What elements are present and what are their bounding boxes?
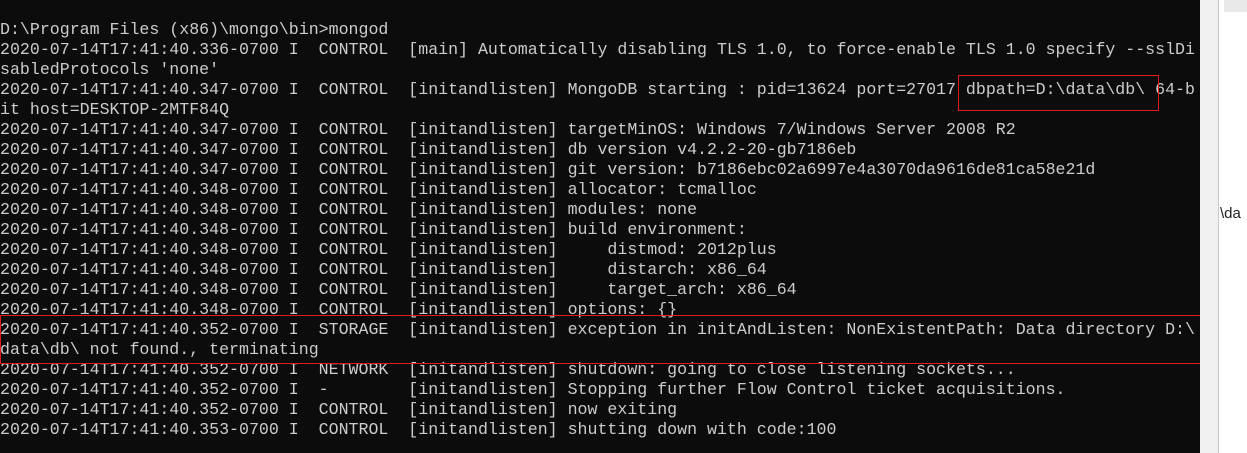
console-line: 2020-07-14T17:41:40.347-0700 I CONTROL [… [0, 120, 1016, 139]
console-line: 2020-07-14T17:41:40.352-0700 I NETWORK [… [0, 360, 1016, 379]
background-window-titlebar [1224, 0, 1247, 12]
console-line: sabledProtocols 'none' [0, 60, 220, 79]
console-line: 2020-07-14T17:41:40.353-0700 I CONTROL [… [0, 420, 837, 439]
console-line: data\db\ not found., terminating [0, 340, 319, 359]
console-line: 2020-07-14T17:41:40.348-0700 I CONTROL [… [0, 180, 757, 199]
console-output: D:\Program Files (x86)\mongo\bin>mongod … [0, 20, 1195, 440]
console-line: it host=DESKTOP-2MTF84Q [0, 100, 230, 119]
console-line: 2020-07-14T17:41:40.348-0700 I CONTROL [… [0, 280, 797, 299]
console-line: 2020-07-14T17:41:40.348-0700 I CONTROL [… [0, 220, 747, 239]
console-line: 2020-07-14T17:41:40.352-0700 I CONTROL [… [0, 400, 678, 419]
console-scrollbar[interactable] [1200, 0, 1218, 453]
console-line: 2020-07-14T17:41:40.348-0700 I CONTROL [… [0, 260, 767, 279]
console-line: 2020-07-14T17:41:40.336-0700 I CONTROL [… [0, 40, 1195, 59]
console-line: 2020-07-14T17:41:40.348-0700 I CONTROL [… [0, 200, 698, 219]
console-window[interactable]: D:\Program Files (x86)\mongo\bin>mongod … [0, 0, 1200, 453]
console-line: 2020-07-14T17:41:40.347-0700 I CONTROL [… [0, 80, 1195, 99]
console-line: 2020-07-14T17:41:40.352-0700 I STORAGE [… [0, 320, 1195, 339]
console-line: 2020-07-14T17:41:40.347-0700 I CONTROL [… [0, 160, 1096, 179]
console-line: 2020-07-14T17:41:40.348-0700 I CONTROL [… [0, 240, 777, 259]
background-window[interactable] [1219, 0, 1247, 453]
background-window-text: \da [1220, 205, 1241, 222]
console-line: D:\Program Files (x86)\mongo\bin>mongod [0, 20, 389, 39]
console-line: 2020-07-14T17:41:40.352-0700 I - [initan… [0, 380, 1066, 399]
console-line: 2020-07-14T17:41:40.348-0700 I CONTROL [… [0, 300, 678, 319]
console-line: 2020-07-14T17:41:40.347-0700 I CONTROL [… [0, 140, 857, 159]
